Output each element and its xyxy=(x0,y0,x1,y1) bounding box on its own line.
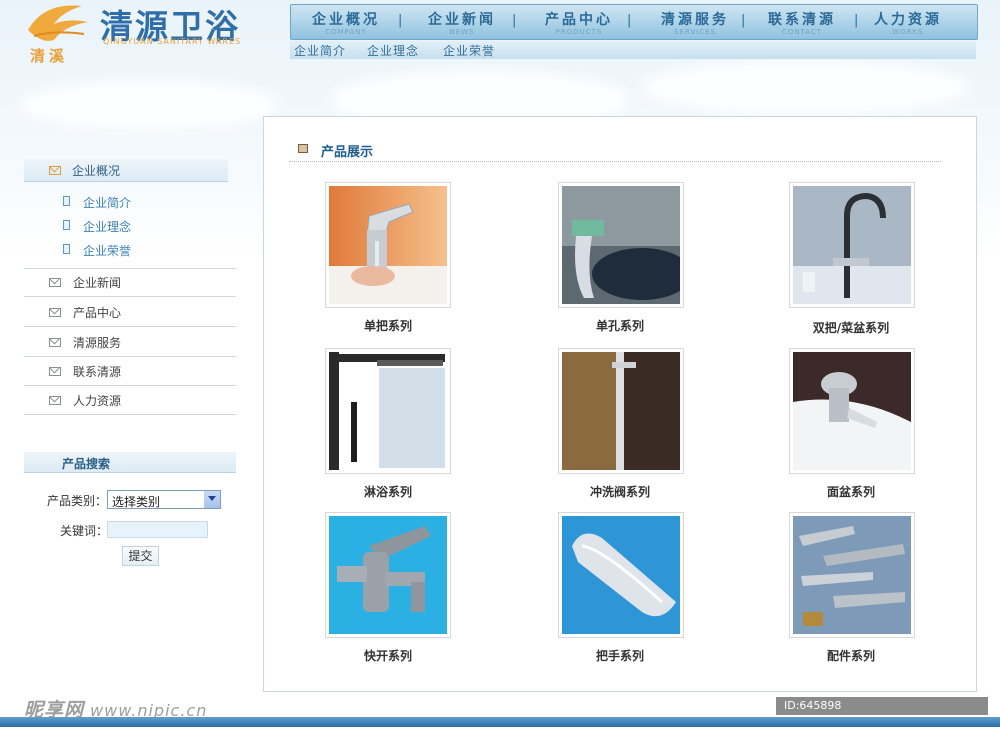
document-icon xyxy=(63,220,70,230)
handle-photo xyxy=(562,516,680,634)
nav-divider: | xyxy=(512,13,517,28)
title-divider xyxy=(289,161,941,162)
document-icon xyxy=(63,244,70,254)
sidebar-item-label: 人力资源 xyxy=(73,394,122,408)
subnav-philosophy[interactable]: 企业理念 xyxy=(367,42,419,59)
basin-faucet-photo xyxy=(793,352,911,470)
product-card-quick-open[interactable] xyxy=(325,512,451,638)
mail-icon xyxy=(49,308,61,317)
waterfall-faucet-photo xyxy=(562,186,680,304)
product-card-single-hole[interactable] xyxy=(558,182,684,308)
category-select[interactable]: 选择类别 xyxy=(107,490,221,509)
product-card-fittings[interactable] xyxy=(789,512,915,638)
nav-sublabel: CONTACT xyxy=(781,28,823,36)
nav-news[interactable]: 企业新闻 NEWS xyxy=(426,9,498,36)
chevron-down-icon[interactable] xyxy=(204,491,220,508)
watermark-id: ID:645898 NO:20090428130151744642 xyxy=(776,697,988,730)
logo-swoosh-icon xyxy=(28,5,88,41)
sidebar-item-contact[interactable]: 联系清源 xyxy=(24,357,236,386)
subnav-intro[interactable]: 企业简介 xyxy=(294,42,346,59)
product-label[interactable]: 面盆系列 xyxy=(766,483,936,500)
nav-company[interactable]: 企业概况 COMPANY xyxy=(311,9,381,36)
mail-icon xyxy=(49,338,61,347)
product-card-basin[interactable] xyxy=(789,348,915,474)
product-label[interactable]: 单把系列 xyxy=(303,317,473,334)
sidebar-item-products[interactable]: 产品中心 xyxy=(24,298,236,327)
sidebar-item-label: 产品中心 xyxy=(73,306,122,320)
sub-navigation: 企业简介 企业理念 企业荣誉 xyxy=(290,41,976,59)
product-search-title: 产品搜索 xyxy=(62,457,111,471)
nav-divider: | xyxy=(398,13,403,28)
category-label: 产品类别： xyxy=(47,494,108,508)
product-label[interactable]: 配件系列 xyxy=(766,647,936,664)
product-label[interactable]: 单孔系列 xyxy=(535,317,705,334)
product-label[interactable]: 双把/菜盆系列 xyxy=(766,319,936,336)
sidebar-item-hr[interactable]: 人力资源 xyxy=(24,386,236,415)
product-card-shower[interactable] xyxy=(325,348,451,474)
brand-name-en: QINGYUAN SANITARY WARES xyxy=(103,37,242,46)
sidebar-subitem-label: 企业荣誉 xyxy=(83,244,132,258)
product-card-double-handle[interactable] xyxy=(789,182,915,308)
category-select-value: 选择类别 xyxy=(112,495,161,509)
product-showcase-panel: 产品展示 单把系列 单孔系列 双把/菜盆系列 淋浴系列 冲洗阀系列 面盆系列 快… xyxy=(263,116,977,692)
subnav-honors[interactable]: 企业荣誉 xyxy=(443,42,495,59)
nav-sublabel: WORKS xyxy=(892,28,924,36)
sidebar-item-label: 企业新闻 xyxy=(73,276,122,290)
product-card-single-handle[interactable] xyxy=(325,182,451,308)
keyword-input[interactable] xyxy=(107,521,208,538)
sidebar-item-news[interactable]: 企业新闻 xyxy=(24,268,236,297)
document-icon xyxy=(63,196,70,206)
nav-sublabel: PRODUCTS xyxy=(555,28,603,36)
product-card-flush-valve[interactable] xyxy=(558,348,684,474)
mail-icon xyxy=(49,396,61,405)
single-handle-faucet-photo xyxy=(329,186,447,304)
mail-icon xyxy=(49,278,61,287)
brand-sub: 清溪 xyxy=(30,47,69,65)
nav-sublabel: COMPANY xyxy=(325,28,367,36)
submit-button[interactable]: 提交 xyxy=(122,546,159,566)
nav-label: 联系清源 xyxy=(768,12,836,28)
mail-icon xyxy=(49,367,61,376)
nav-label: 企业新闻 xyxy=(428,12,496,28)
top-navigation: 企业概况 COMPANY | 企业新闻 NEWS | 产品中心 PRODUCTS… xyxy=(290,4,978,40)
product-label[interactable]: 淋浴系列 xyxy=(303,483,473,500)
sidebar-item-label: 企业概况 xyxy=(72,164,121,178)
keyword-label: 关键词： xyxy=(60,524,109,538)
quick-open-tap-photo xyxy=(329,516,447,634)
image-icon xyxy=(298,144,308,153)
shower-photo xyxy=(329,352,447,470)
nav-divider: | xyxy=(854,13,859,28)
sidebar-item-label: 联系清源 xyxy=(73,365,122,379)
product-search-header: 产品搜索 xyxy=(24,452,236,473)
footer-bar xyxy=(0,717,1000,727)
brand-logo[interactable]: 清源卫浴 QINGYUAN SANITARY WARES 清溪 xyxy=(10,0,270,70)
sidebar-item-company[interactable]: 企业概况 xyxy=(24,159,228,182)
nav-products[interactable]: 产品中心 PRODUCTS xyxy=(543,9,615,36)
nav-contact[interactable]: 联系清源 CONTACT xyxy=(766,9,838,36)
product-label[interactable]: 把手系列 xyxy=(535,647,705,664)
mail-icon xyxy=(49,166,61,175)
product-label[interactable]: 冲洗阀系列 xyxy=(535,483,705,500)
fittings-photo xyxy=(793,516,911,634)
sidebar-subitem-label: 企业理念 xyxy=(83,220,132,234)
nav-label: 人力资源 xyxy=(874,12,942,28)
nav-divider: | xyxy=(741,13,746,28)
sidebar-item-label: 清源服务 xyxy=(73,336,122,350)
product-label[interactable]: 快开系列 xyxy=(303,647,473,664)
nav-label: 企业概况 xyxy=(312,12,380,28)
nav-divider: | xyxy=(627,13,632,28)
sidebar-subitem-label: 企业简介 xyxy=(83,196,132,210)
nav-services[interactable]: 清源服务 SERVICES xyxy=(659,9,731,36)
sidebar-item-services[interactable]: 清源服务 xyxy=(24,328,236,357)
nav-sublabel: NEWS xyxy=(449,28,475,36)
page-title: 产品展示 xyxy=(321,145,374,160)
nav-label: 产品中心 xyxy=(545,12,613,28)
nav-works[interactable]: 人力资源 WORKS xyxy=(872,9,944,36)
flush-valve-photo xyxy=(562,352,680,470)
nav-label: 清源服务 xyxy=(661,12,729,28)
product-card-handle[interactable] xyxy=(558,512,684,638)
nav-sublabel: SERVICES xyxy=(674,28,716,36)
kitchen-faucet-photo xyxy=(793,186,911,304)
